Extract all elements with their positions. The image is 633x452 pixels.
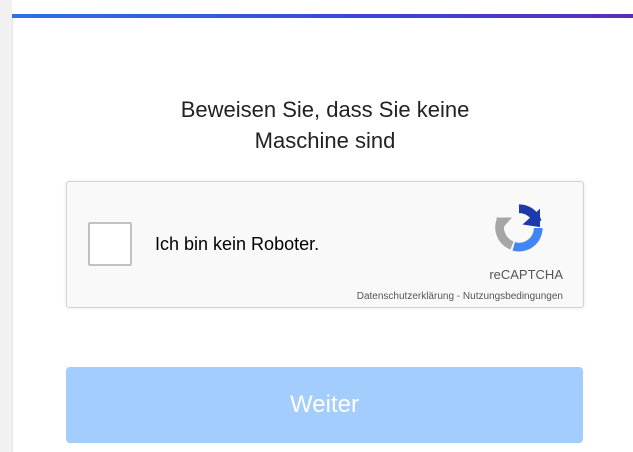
- terms-link[interactable]: Nutzungsbedingungen: [463, 291, 563, 302]
- page-title-line-2: Maschine sind: [254, 128, 396, 153]
- legal-links: Datenschutzerklärung - Nutzungsbedingung…: [357, 291, 563, 302]
- page-title: Beweisen Sie, dass Sie keine Maschine si…: [70, 94, 580, 156]
- recaptcha-logo-icon: [495, 204, 543, 252]
- legal-separator: -: [454, 291, 463, 302]
- recaptcha-brand-text: reCAPTCHA: [489, 267, 563, 282]
- privacy-link[interactable]: Datenschutzerklärung: [357, 291, 454, 302]
- not-a-robot-checkbox[interactable]: [88, 222, 132, 266]
- page-title-line-1: Beweisen Sie, dass Sie keine: [180, 97, 470, 122]
- recaptcha-widget: Ich bin kein Roboter. reCAPTCHA Datensch…: [66, 181, 584, 308]
- page-left-edge: [0, 0, 12, 452]
- continue-button[interactable]: Weiter: [66, 367, 583, 443]
- checkbox-label: Ich bin kein Roboter.: [155, 234, 320, 254]
